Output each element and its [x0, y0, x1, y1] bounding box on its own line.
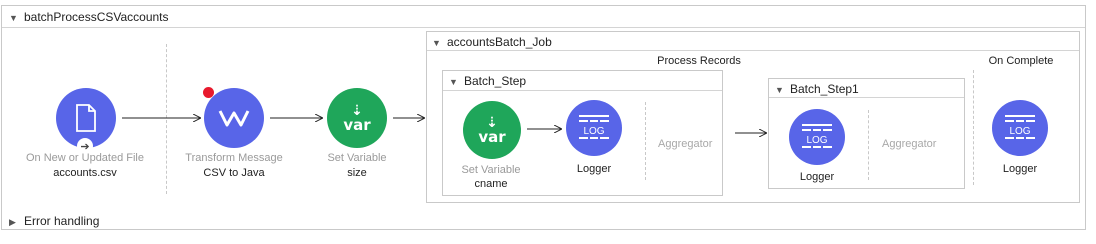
- error-handling-header[interactable]: ▶ Error handling: [9, 214, 99, 228]
- flow-arrows: [122, 0, 1096, 244]
- error-handling-label: Error handling: [24, 214, 100, 228]
- expand-triangle-icon[interactable]: ▶: [9, 217, 19, 228]
